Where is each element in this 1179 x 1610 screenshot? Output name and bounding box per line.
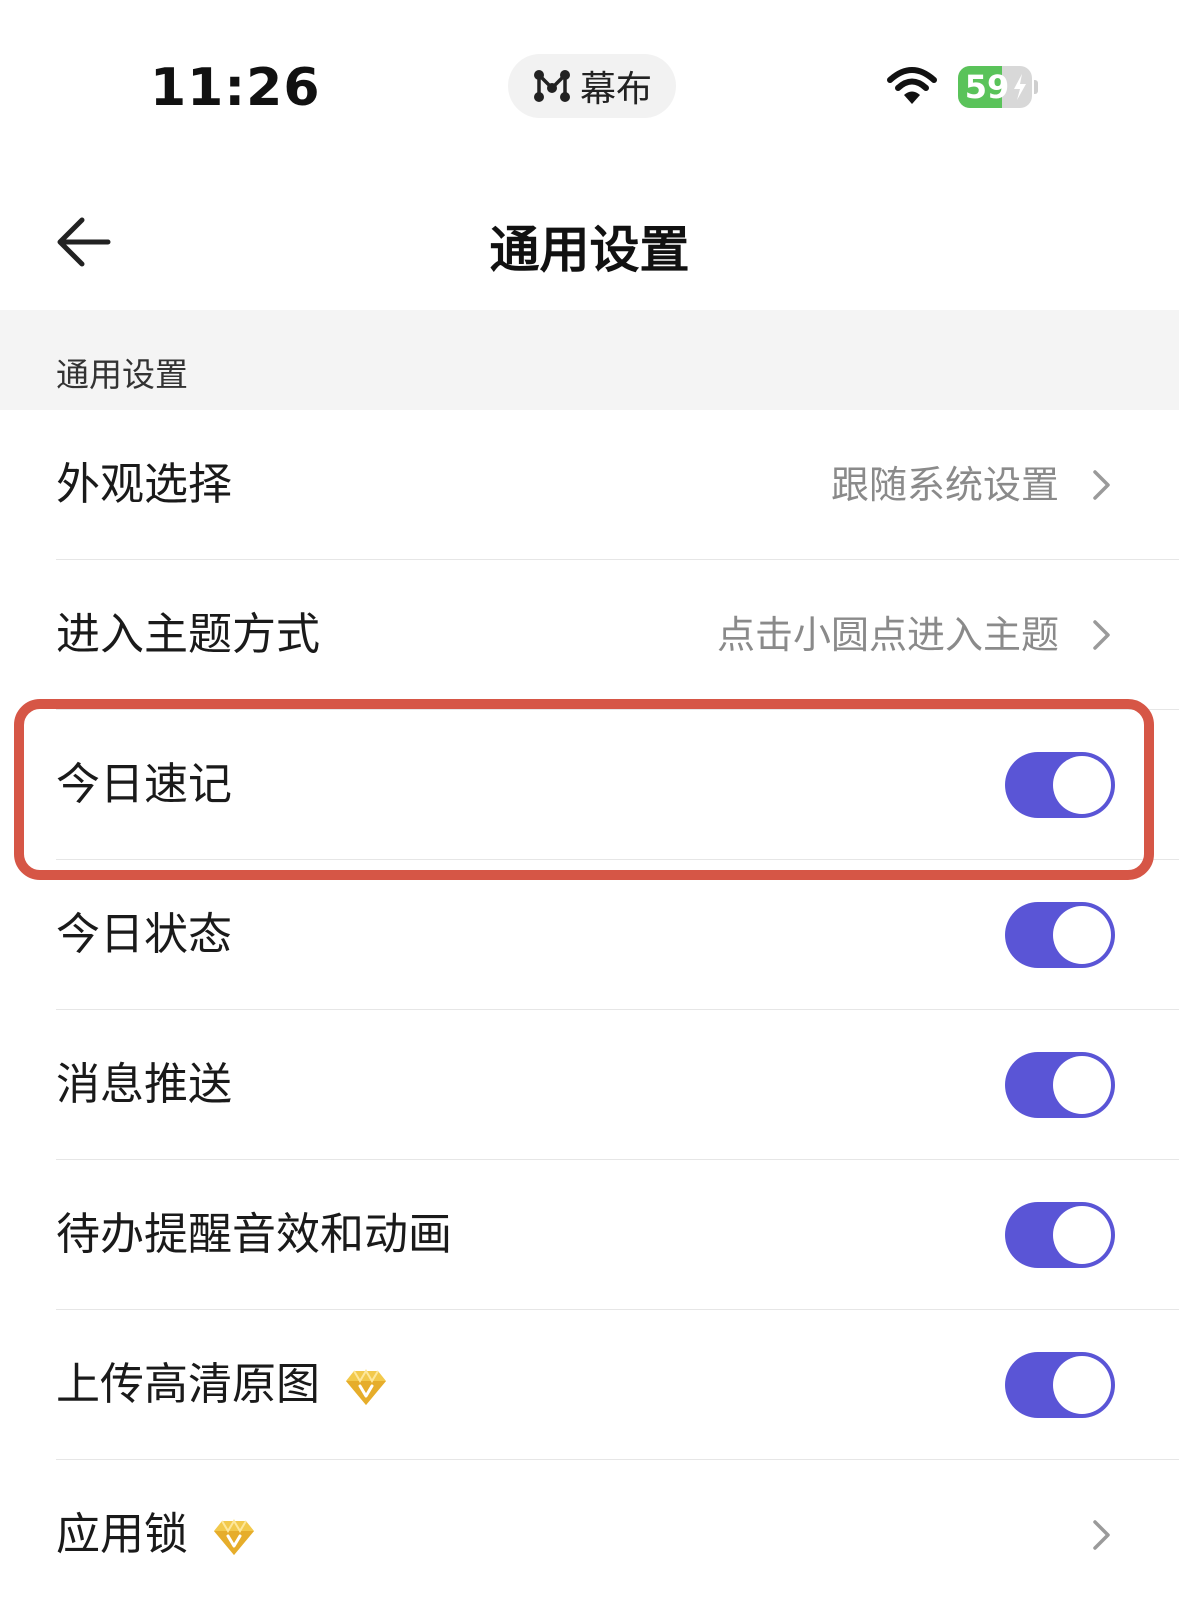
battery-icon: 59 — [958, 66, 1038, 108]
app-indicator-pill[interactable]: 幕布 — [508, 54, 676, 118]
section-header-text: 通用设置 — [56, 355, 188, 394]
quick-note-toggle[interactable] — [1005, 752, 1115, 818]
setting-value: 跟随系统设置 — [830, 463, 1059, 507]
bolt-icon — [1014, 74, 1026, 100]
setting-row-quick-note: 今日速记 — [0, 710, 1179, 860]
setting-row-appearance[interactable]: 外观选择 跟随系统设置 — [0, 410, 1179, 560]
page-title: 通用设置 — [489, 221, 690, 279]
setting-row-today-status: 今日状态 — [0, 860, 1179, 1010]
navigation-bar: 通用设置 — [0, 170, 1179, 310]
setting-label: 待办提醒音效和动画 — [56, 1209, 452, 1260]
setting-row-todo-sound: 待办提醒音效和动画 — [0, 1160, 1179, 1310]
mubu-logo-icon — [533, 70, 570, 102]
wifi-icon — [887, 67, 937, 104]
setting-label: 应用锁 — [56, 1509, 188, 1560]
vip-diamond-icon — [214, 1519, 254, 1555]
app-name: 幕布 — [579, 69, 652, 110]
chevron-right-icon — [1093, 470, 1110, 500]
section-header: 通用设置 — [0, 310, 1179, 410]
settings-list: 外观选择 跟随系统设置 进入主题方式 点击小圆点进入主题 今日速记 今日状态 消… — [0, 410, 1179, 1610]
battery-level: 59 — [964, 68, 1010, 106]
setting-label: 进入主题方式 — [56, 609, 320, 660]
setting-row-hd-upload: 上传高清原图 — [0, 1310, 1179, 1460]
setting-row-push-notifications: 消息推送 — [0, 1010, 1179, 1160]
setting-label: 上传高清原图 — [56, 1359, 320, 1410]
push-notifications-toggle[interactable] — [1005, 1052, 1115, 1118]
setting-value: 点击小圆点进入主题 — [716, 613, 1059, 657]
chevron-right-icon — [1093, 620, 1110, 650]
status-time: 11:26 — [150, 58, 321, 118]
todo-sound-toggle[interactable] — [1005, 1202, 1115, 1268]
setting-row-app-lock[interactable]: 应用锁 — [0, 1460, 1179, 1610]
setting-label: 今日状态 — [56, 909, 232, 960]
setting-label: 消息推送 — [56, 1059, 232, 1110]
vip-diamond-icon — [346, 1369, 386, 1405]
hd-upload-toggle[interactable] — [1005, 1352, 1115, 1418]
today-status-toggle[interactable] — [1005, 902, 1115, 968]
setting-label: 外观选择 — [56, 459, 232, 510]
status-bar: 11:26 幕布 59 — [0, 0, 1179, 170]
chevron-right-icon — [1093, 1520, 1110, 1550]
setting-row-topic-entry[interactable]: 进入主题方式 点击小圆点进入主题 — [0, 560, 1179, 710]
setting-label: 今日速记 — [56, 759, 232, 810]
